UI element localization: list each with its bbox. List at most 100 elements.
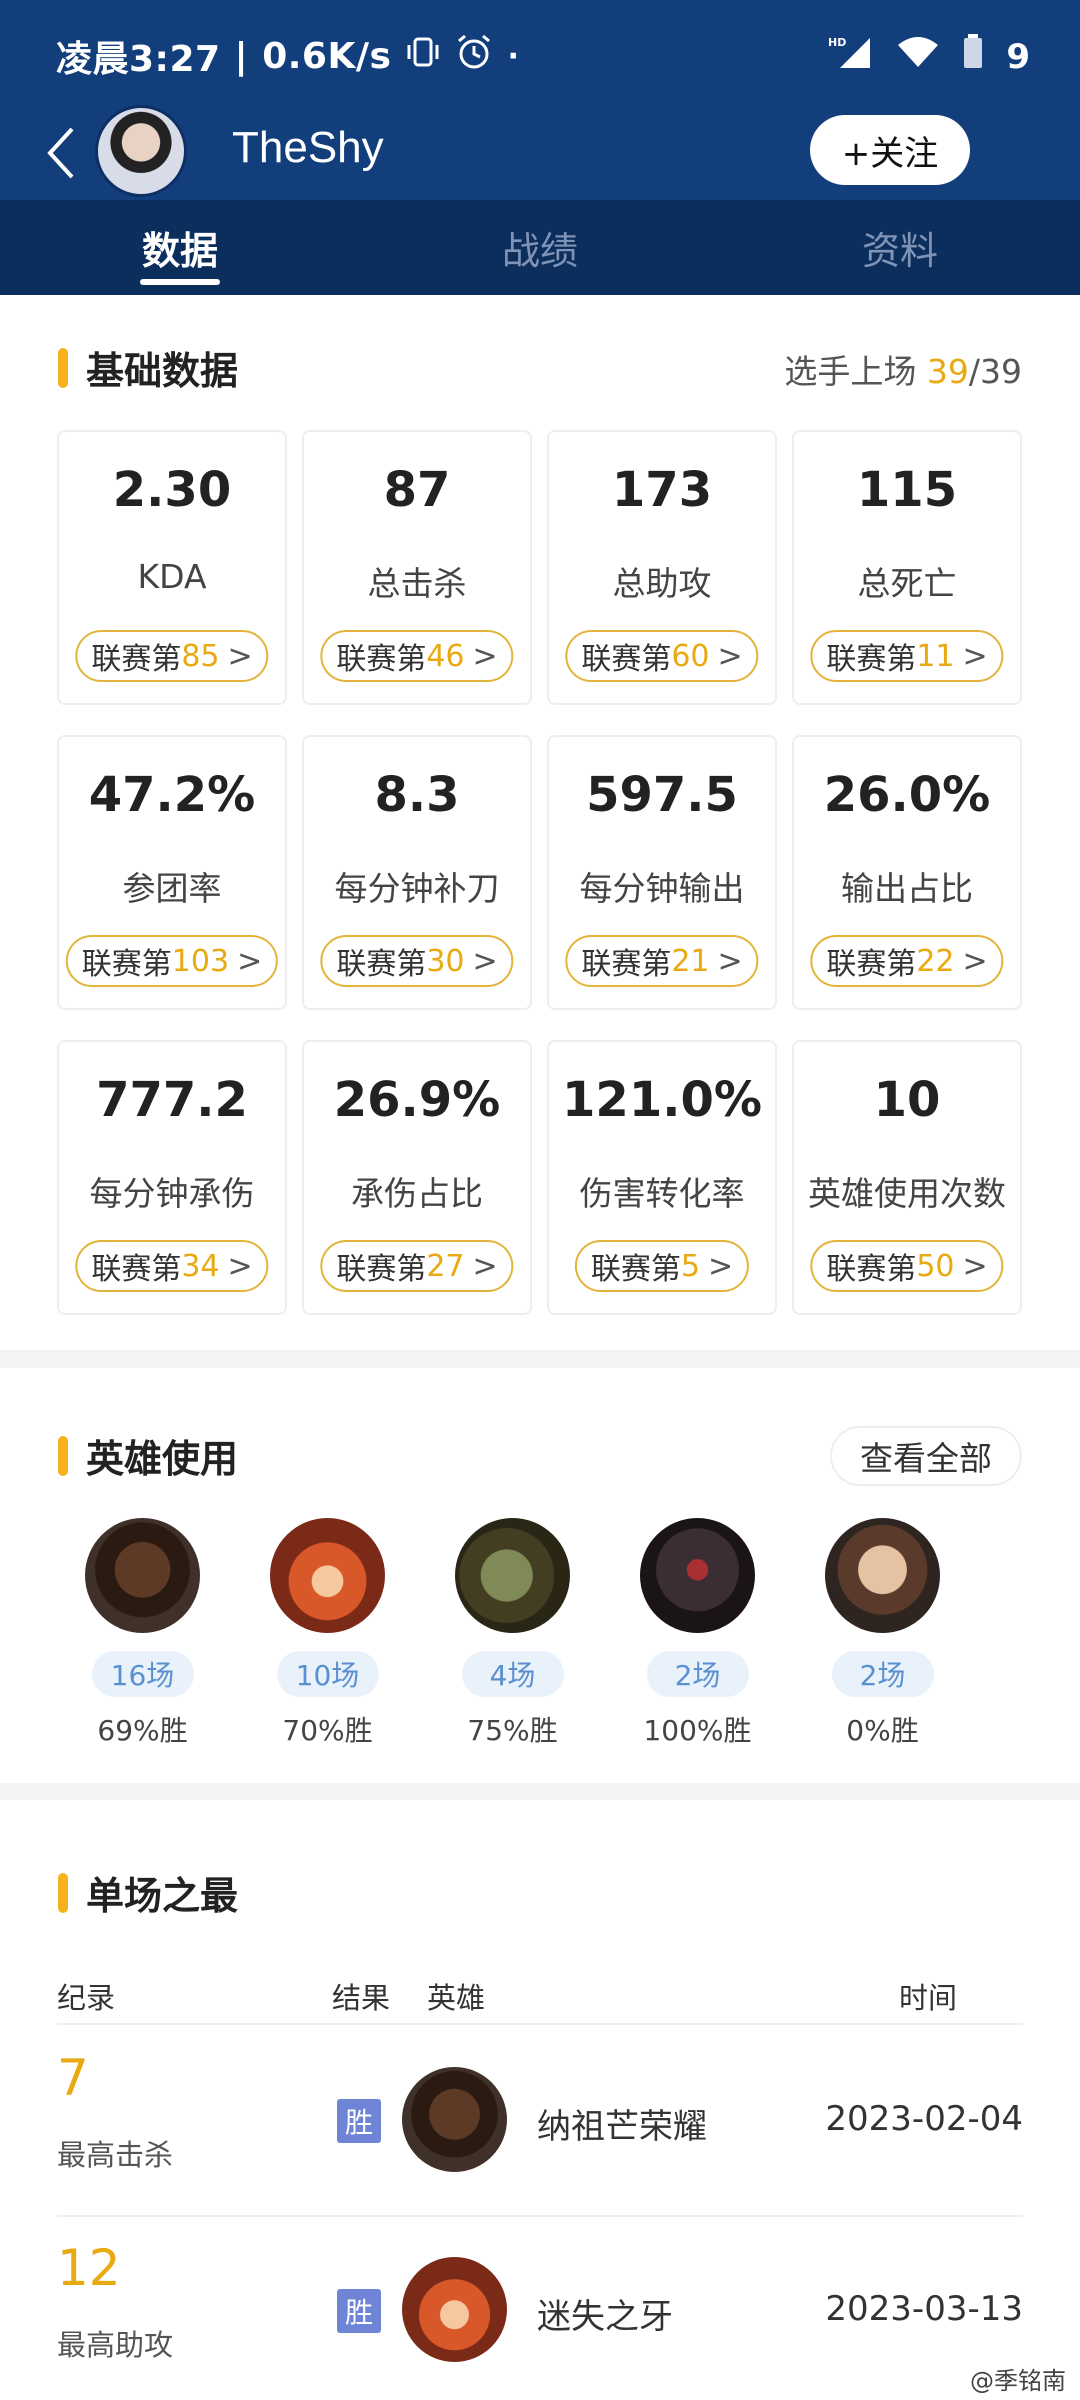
header-result: 结果 (332, 1981, 391, 2015)
stat-label: 总死亡 (857, 564, 957, 603)
stat-card: 173 总助攻联赛第 60 > (547, 430, 777, 705)
stat-value: 597.5 (586, 767, 738, 823)
chevron-right-icon: > (227, 1248, 253, 1284)
tab-bar: 数据 战绩 资料 (0, 200, 1080, 295)
rank-number: 46 (426, 638, 465, 674)
rank-number: 34 (181, 1248, 220, 1284)
league-rank-button[interactable]: 联赛第 21 > (565, 935, 759, 987)
back-button[interactable] (42, 123, 92, 183)
rank-prefix: 联赛第 (581, 642, 672, 677)
hero-winrate: 0%胜 (846, 1714, 919, 1747)
battery-level: 9 (1006, 36, 1030, 77)
stat-label: 每分钟承伤 (89, 1174, 255, 1213)
wifi-icon (896, 35, 940, 78)
league-rank-button[interactable]: 联赛第 85 > (75, 630, 269, 682)
follow-button[interactable]: +关注 (810, 115, 970, 185)
hero-portrait (85, 1518, 200, 1633)
appearance-count: 选手上场 39/39 (784, 352, 1022, 391)
basic-stats-section: 基础数据 选手上场 39/39 2.30 KDA 联赛第 85 >87 总击杀 联赛第 46 >… (0, 295, 1080, 1350)
league-rank-button[interactable]: 联赛第 46 > (320, 630, 514, 682)
stat-card: 121.0% 伤害转化率 联赛第 5 > (547, 1040, 777, 1315)
league-rank-button[interactable]: 联赛第 34 > (75, 1240, 269, 1292)
stat-card: 26.9% 承伤占比 联赛第 27 > (302, 1040, 532, 1315)
hero-games: 2场 (831, 1651, 934, 1697)
rank-prefix: 联赛第 (826, 1252, 917, 1287)
hero-winrate: 100%胜 (643, 1714, 752, 1747)
stat-card: 2.30 KDA 联赛第 85 > (57, 430, 287, 705)
league-rank-button[interactable]: 联赛第 5 > (574, 1240, 750, 1292)
league-rank-button[interactable]: 联赛第 30 > (320, 935, 514, 987)
stat-value: 10 (873, 1072, 941, 1128)
player-name: TheShy (232, 123, 384, 172)
alarm-icon (455, 33, 493, 80)
rank-number: 11 (916, 638, 955, 674)
result-badge: 胜 (337, 2289, 381, 2333)
hero-item[interactable]: 2场 0%胜 (825, 1518, 940, 1749)
top-header: 凌晨3:27 | 0.6K/s · HD 9 TheShy +关注 (0, 0, 1080, 200)
stat-card: 26.0% 输出占比联赛第 22 > (792, 735, 1022, 1010)
svg-text:HD: HD (828, 36, 846, 49)
stat-value: 2.30 (112, 462, 232, 518)
league-rank-button[interactable]: 联赛第 11 > (810, 630, 1004, 682)
hero-name: 迷失之牙 (537, 2297, 673, 2337)
hero-portrait (402, 2067, 507, 2172)
stat-value: 26.0% (823, 767, 991, 823)
stat-label: 输出占比 (841, 869, 973, 908)
chevron-right-icon: > (472, 1248, 498, 1284)
league-rank-button[interactable]: 联赛第 60 > (565, 630, 759, 682)
rank-prefix: 联赛第 (91, 1252, 182, 1287)
chevron-right-icon: > (962, 943, 988, 979)
stat-value: 173 (611, 462, 713, 518)
hero-item[interactable]: 2场 100%胜 (640, 1518, 755, 1749)
rank-prefix: 联赛第 (81, 947, 172, 982)
rank-number: 85 (181, 638, 220, 674)
hero-portrait (640, 1518, 755, 1633)
chevron-right-icon: > (237, 943, 263, 979)
rank-prefix: 联赛第 (336, 947, 427, 982)
view-all-button[interactable]: 查看全部 (830, 1426, 1022, 1486)
result-badge: 胜 (337, 2099, 381, 2143)
chevron-right-icon: > (227, 638, 253, 674)
records-table-header: 纪录 结果 英雄 时间 (57, 1975, 1023, 2025)
status-time: 凌晨3:27 (56, 39, 221, 80)
section-accent-bar (58, 1435, 68, 1476)
stat-label: 总助攻 (612, 564, 712, 603)
league-rank-button[interactable]: 联赛第 103 > (65, 935, 279, 987)
tab-match-history[interactable]: 战绩 (360, 200, 720, 295)
league-rank-button[interactable]: 联赛第 27 > (320, 1240, 514, 1292)
hero-winrate: 75%胜 (467, 1714, 558, 1747)
stat-label: 总击杀 (367, 564, 467, 603)
status-divider: | (234, 35, 249, 77)
chevron-right-icon: > (707, 1248, 734, 1284)
hero-item[interactable]: 16场 69%胜 (85, 1518, 200, 1749)
league-rank-button[interactable]: 联赛第 22 > (810, 935, 1004, 987)
hero-winrate: 70%胜 (282, 1714, 373, 1747)
hero-portrait (455, 1518, 570, 1633)
stat-card: 47.2% 参团率 联赛第 103 > (57, 735, 287, 1010)
tab-data[interactable]: 数据 (0, 200, 360, 295)
table-row[interactable]: 12 最高助攻 胜 迷失之牙 2023-03-13 (57, 2217, 1023, 2400)
chevron-right-icon: > (962, 638, 988, 674)
stat-label: 承伤占比 (351, 1174, 483, 1213)
tab-profile[interactable]: 资料 (720, 200, 1080, 295)
status-bar: 凌晨3:27 | 0.6K/s · HD 9 (0, 0, 1080, 105)
hero-usage-title: 英雄使用 (86, 1437, 239, 1481)
notification-dot-icon: · (507, 38, 520, 74)
stat-card: 87 总击杀 联赛第 46 > (302, 430, 532, 705)
header-hero: 英雄 (427, 1981, 486, 2015)
table-row[interactable]: 7 最高击杀 胜 纳祖芒荣耀 2023-02-04 (57, 2027, 1023, 2217)
single-game-best-section: 单场之最 纪录 结果 英雄 时间 7 最高击杀 胜 纳祖芒荣耀 2023-02-… (0, 1800, 1080, 2400)
hero-list: 16场 69%胜 10场 70%胜 4场 75%胜 2场 100%胜 2场 0%… (85, 1518, 940, 1749)
rank-prefix: 联赛第 (91, 642, 182, 677)
signal-hd-icon: HD (828, 34, 874, 79)
rank-number: 21 (671, 943, 710, 979)
rank-number: 27 (426, 1248, 465, 1284)
league-rank-button[interactable]: 联赛第 50 > (810, 1240, 1004, 1292)
hero-games: 4场 (461, 1651, 564, 1697)
stat-value: 8.3 (374, 767, 460, 823)
status-net-speed: 0.6K/s (262, 35, 392, 77)
hero-item[interactable]: 4场 75%胜 (455, 1518, 570, 1749)
hero-winrate: 69%胜 (97, 1714, 188, 1747)
hero-item[interactable]: 10场 70%胜 (270, 1518, 385, 1749)
player-avatar (95, 105, 187, 197)
